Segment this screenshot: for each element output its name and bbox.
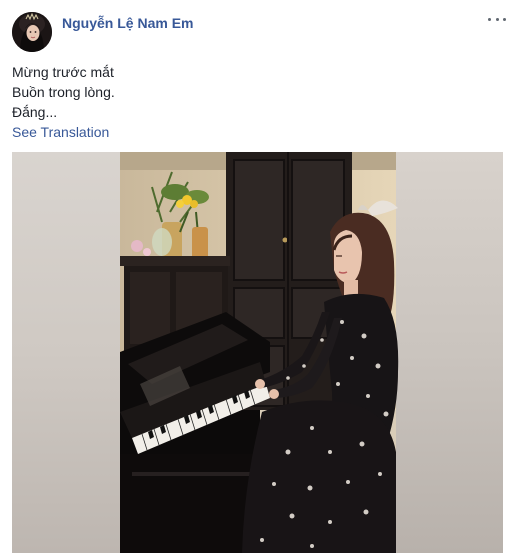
- post-line: Đắng...: [12, 104, 58, 120]
- more-options-icon[interactable]: [488, 12, 506, 26]
- dot: [488, 17, 491, 21]
- post-video[interactable]: [12, 152, 503, 553]
- see-translation-link[interactable]: See Translation: [12, 124, 109, 140]
- avatar-image: [12, 12, 52, 52]
- post-message: Mừng trước mắt Buồn trong lòng. Đắng...: [12, 62, 115, 122]
- post-line: Buồn trong lòng.: [12, 84, 115, 100]
- author-avatar[interactable]: [12, 12, 52, 52]
- dot: [495, 17, 499, 21]
- dot: [503, 17, 506, 21]
- post-card: Nguyễn Lệ Nam Em Mừng trước mắt Buồn tro…: [0, 0, 516, 553]
- video-frame: [12, 152, 503, 553]
- post-line: Mừng trước mắt: [12, 64, 114, 80]
- author-name-link[interactable]: Nguyễn Lệ Nam Em: [62, 15, 193, 31]
